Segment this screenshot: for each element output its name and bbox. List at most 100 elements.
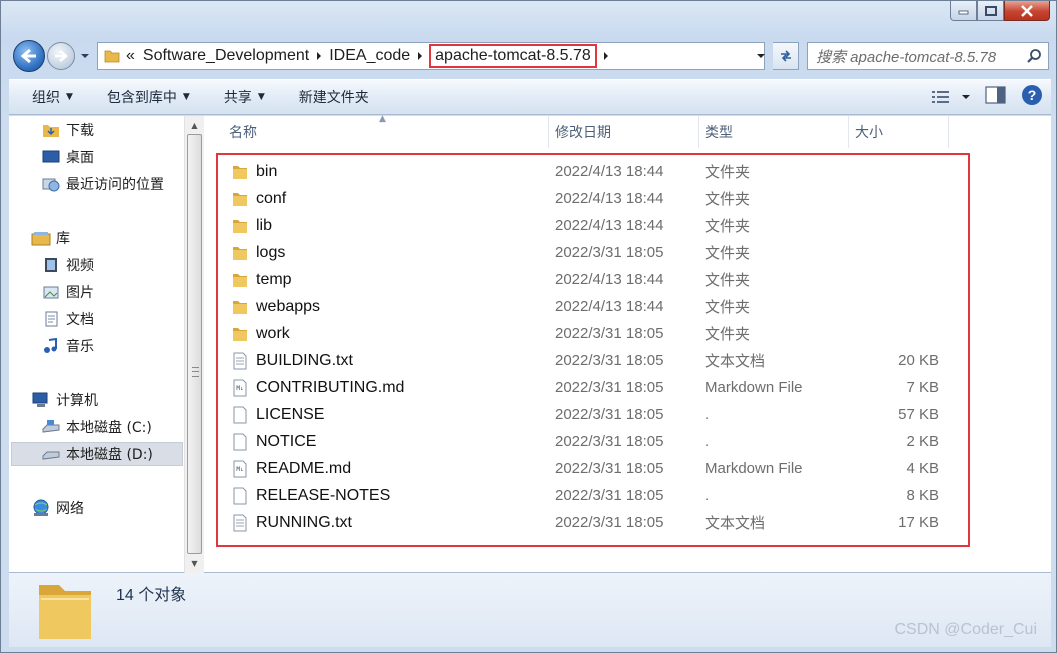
- organize-label: 组织: [32, 90, 60, 106]
- nav-label: 下载: [66, 123, 94, 139]
- downloads-folder-icon: [41, 121, 61, 139]
- back-button[interactable]: [13, 40, 45, 72]
- documents-icon: [41, 310, 61, 328]
- nav-item-recent-places[interactable]: 最近访问的位置: [41, 172, 184, 196]
- new-folder-label: 新建文件夹: [298, 90, 369, 106]
- scrollbar-thumb[interactable]: [187, 134, 202, 554]
- breadcrumb-overflow[interactable]: «: [122, 47, 139, 65]
- back-arrow-icon: [20, 48, 36, 64]
- nav-pane-scrollbar[interactable]: ▲ ▼: [184, 116, 204, 573]
- breadcrumb-current-folder[interactable]: apache-tomcat-8.5.78: [429, 44, 597, 68]
- breadcrumb-separator-icon[interactable]: [414, 51, 426, 61]
- details-view-icon: [932, 91, 949, 103]
- nav-label: 本地磁盘 (C:): [66, 420, 152, 436]
- navigation-pane: 下载 桌面 最近访问的位置 库 视频 图片 文档 音乐 计算机 本地磁盘 (C:…: [9, 116, 184, 573]
- new-folder-button[interactable]: 新建文件夹: [288, 83, 380, 111]
- drive-d-icon: [41, 445, 61, 463]
- refresh-icon: [780, 50, 791, 62]
- nav-label: 音乐: [66, 339, 94, 355]
- chevron-down-icon: ▼: [182, 92, 190, 102]
- address-row: « Software_Development IDEA_code apache-…: [11, 39, 1051, 73]
- column-size-label: 大小: [855, 125, 883, 141]
- nav-label: 视频: [66, 258, 94, 274]
- details-pane: 14 个对象 CSDN @Coder_Cui: [9, 573, 1051, 647]
- chevron-down-icon: ▼: [257, 92, 265, 102]
- chevron-down-icon: ▼: [66, 92, 73, 102]
- nav-item-pictures[interactable]: 图片: [41, 280, 184, 304]
- preview-pane-button[interactable]: [985, 86, 1007, 108]
- column-header-size[interactable]: 大小: [849, 116, 949, 148]
- column-type-label: 类型: [705, 125, 733, 141]
- nav-label: 桌面: [66, 150, 94, 166]
- chevron-down-icon: [757, 54, 765, 58]
- column-header-name[interactable]: 名称 ▲: [209, 114, 549, 148]
- organize-menu[interactable]: 组织 ▼: [21, 83, 84, 111]
- nav-item-downloads[interactable]: 下载: [41, 118, 184, 142]
- nav-label: 本地磁盘 (D:): [66, 447, 153, 463]
- column-header-modified[interactable]: 修改日期: [549, 116, 699, 148]
- breadcrumb-idea-code[interactable]: IDEA_code: [325, 47, 414, 65]
- scroll-down-icon[interactable]: ▼: [186, 555, 203, 572]
- desktop-icon: [41, 148, 61, 166]
- nav-label: 最近访问的位置: [66, 177, 164, 193]
- nav-item-drive-d[interactable]: 本地磁盘 (D:): [11, 442, 183, 466]
- include-in-library-label: 包含到库中: [106, 90, 177, 106]
- pictures-icon: [41, 283, 61, 301]
- nav-item-desktop[interactable]: 桌面: [41, 145, 184, 169]
- breadcrumb-separator-icon[interactable]: [313, 51, 325, 61]
- forward-button[interactable]: [47, 42, 75, 70]
- item-count: 14 个对象: [116, 587, 187, 604]
- column-modified-label: 修改日期: [555, 125, 611, 141]
- minimize-icon: [958, 10, 968, 14]
- scroll-up-icon[interactable]: ▲: [186, 117, 203, 134]
- chevron-down-icon: [81, 54, 89, 58]
- recent-places-icon: [41, 175, 61, 193]
- close-button[interactable]: [1004, 1, 1050, 21]
- help-button[interactable]: ?: [1021, 84, 1043, 110]
- computer-icon: [31, 391, 51, 409]
- svg-text:?: ?: [1028, 87, 1037, 103]
- grip-icon: [192, 367, 199, 377]
- nav-item-music[interactable]: 音乐: [41, 334, 184, 358]
- refresh-button[interactable]: [773, 42, 799, 70]
- nav-item-network[interactable]: 网络: [31, 496, 184, 520]
- videos-icon: [41, 256, 61, 274]
- breadcrumb-separator-icon[interactable]: [600, 51, 612, 61]
- address-history-dropdown[interactable]: [751, 42, 771, 70]
- nav-item-drive-c[interactable]: 本地磁盘 (C:): [41, 415, 184, 439]
- search-placeholder: 搜索 apache-tomcat-8.5.78: [816, 48, 997, 66]
- music-icon: [41, 337, 61, 355]
- column-header-type[interactable]: 类型: [699, 116, 849, 148]
- minimize-button[interactable]: [950, 1, 977, 21]
- nav-label: 库: [56, 231, 70, 247]
- sort-ascending-icon: ▲: [379, 114, 386, 124]
- highlight-annotation: [216, 153, 970, 547]
- column-name-label: 名称: [229, 125, 257, 141]
- caption-buttons: [950, 1, 1050, 21]
- nav-label: 计算机: [56, 393, 98, 409]
- file-list: 名称 ▲ 修改日期 类型 大小 bin 2022/4/13 18:44 文件夹 con…: [209, 114, 1051, 573]
- share-label: 共享: [223, 90, 252, 106]
- maximize-icon: [984, 5, 997, 16]
- folder-icon: [35, 577, 97, 647]
- search-input[interactable]: 搜索 apache-tomcat-8.5.78: [807, 42, 1049, 70]
- nav-item-documents[interactable]: 文档: [41, 307, 184, 331]
- library-icon: [31, 229, 51, 247]
- address-bar[interactable]: « Software_Development IDEA_code apache-…: [97, 42, 765, 70]
- share-menu[interactable]: 共享 ▼: [213, 83, 276, 111]
- view-controls: ?: [931, 84, 1043, 110]
- search-icon[interactable]: [1026, 48, 1042, 68]
- breadcrumb-software-development[interactable]: Software_Development: [139, 47, 313, 65]
- recent-pages-dropdown[interactable]: [79, 47, 91, 63]
- view-options-button[interactable]: [931, 89, 971, 105]
- nav-item-library[interactable]: 库: [31, 226, 184, 250]
- close-icon: [1021, 4, 1033, 17]
- maximize-button[interactable]: [977, 1, 1004, 21]
- nav-item-videos[interactable]: 视频: [41, 253, 184, 277]
- include-in-library-menu[interactable]: 包含到库中 ▼: [96, 83, 201, 111]
- drive-c-icon: [41, 418, 61, 436]
- nav-item-computer[interactable]: 计算机: [31, 388, 184, 412]
- main-pane: 下载 桌面 最近访问的位置 库 视频 图片 文档 音乐 计算机 本地磁盘 (C:…: [9, 114, 1051, 573]
- nav-label: 文档: [66, 312, 94, 328]
- nav-label: 网络: [56, 501, 84, 517]
